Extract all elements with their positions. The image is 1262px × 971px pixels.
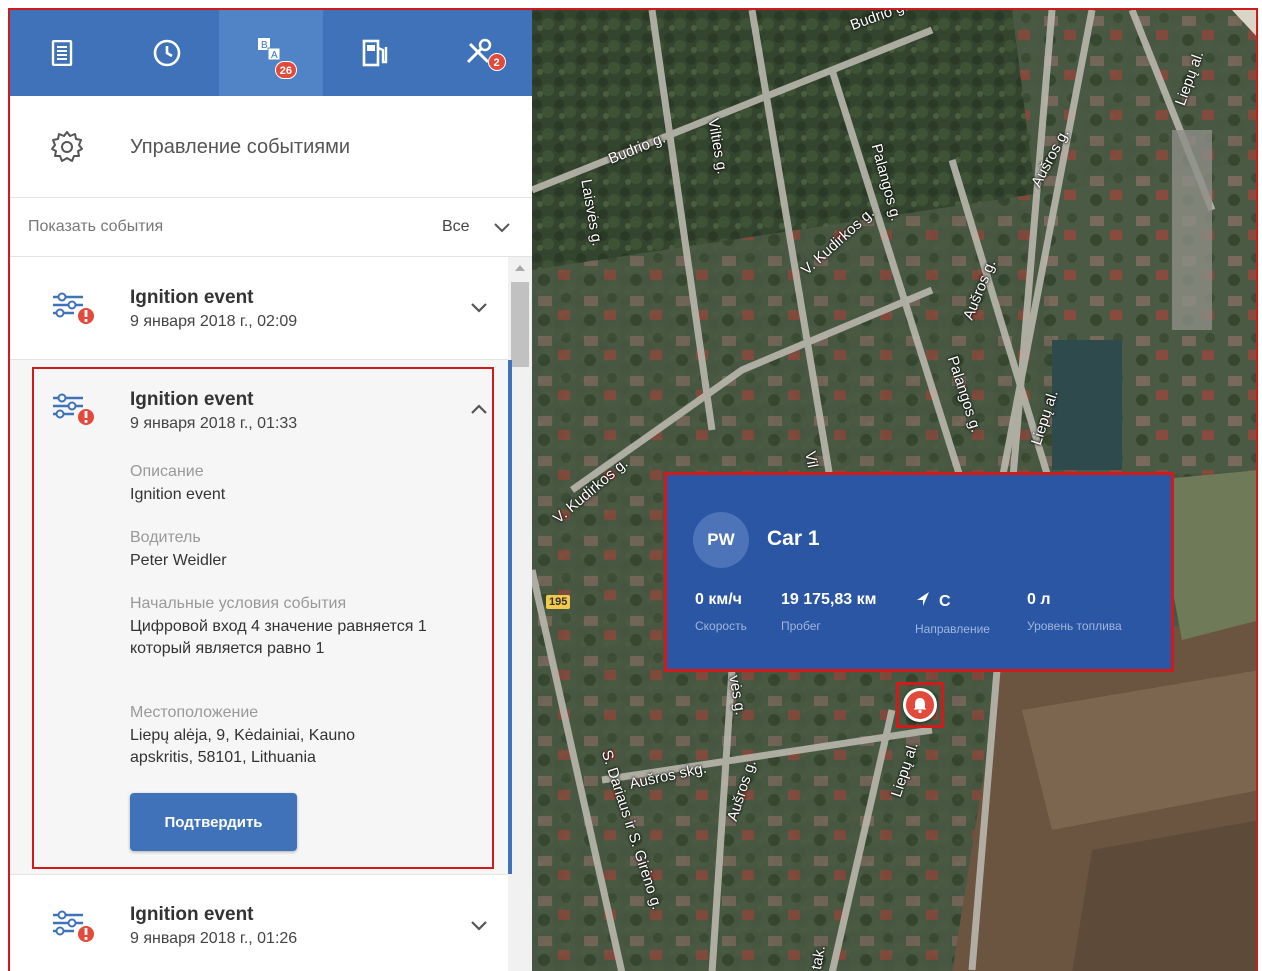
events-badge: 26	[274, 61, 298, 79]
event-item[interactable]: Ignition event 9 января 2018 г., 02:09	[10, 257, 508, 360]
speed-label: Скорость	[695, 619, 747, 633]
svg-text:A: A	[271, 50, 278, 61]
fuel-value: 0 л	[1027, 591, 1051, 608]
alarm-bell-icon	[903, 688, 937, 722]
mileage-label: Пробег	[781, 619, 821, 633]
direction-label: Направление	[915, 622, 990, 636]
ignition-event-icon	[50, 390, 100, 435]
filter-value[interactable]: Все	[442, 218, 470, 236]
scrollbar[interactable]	[508, 257, 532, 971]
ignition-event-icon	[50, 907, 100, 952]
event-title: Ignition event	[130, 287, 254, 308]
tab-bar: BA 26 2	[10, 10, 532, 96]
chevron-down-icon[interactable]	[470, 301, 488, 319]
selected-item-indicator	[508, 360, 512, 874]
event-management-row[interactable]: Управление событиями	[10, 96, 532, 198]
svg-text:B: B	[261, 40, 268, 51]
conditions-value: Цифровой вход 4 значение равняется 1 кот…	[130, 618, 427, 657]
event-item-expanded[interactable]: Ignition event 9 января 2018 г., 01:33 О…	[10, 360, 508, 874]
description-value: Ignition event	[130, 486, 226, 503]
direction-value: С	[939, 592, 951, 610]
fuel-pump-icon	[361, 38, 389, 68]
driver-label: Водитель	[130, 529, 201, 546]
direction-stat: С Направление	[915, 591, 990, 636]
scroll-up-arrow-icon[interactable]	[515, 265, 525, 271]
driver-value: Peter Weidler	[130, 552, 227, 569]
event-management-label: Управление событиями	[130, 136, 350, 158]
clock-icon	[152, 38, 182, 68]
chevron-down-icon[interactable]	[494, 220, 510, 238]
ignition-event-icon	[50, 289, 100, 334]
satellite-map[interactable]: Budrio g. Budrio g. Vilties g. Laisvės g…	[532, 10, 1256, 971]
document-icon	[51, 40, 73, 66]
tab-service[interactable]: 2	[428, 10, 532, 96]
fuel-stat: 0 л Уровень топлива	[1027, 591, 1122, 633]
road-number-badge: 195	[546, 595, 571, 609]
fuel-label: Уровень топлива	[1027, 619, 1122, 633]
show-events-filter[interactable]: Показать события Все	[10, 198, 532, 257]
filter-label: Показать события	[28, 218, 164, 235]
conditions-label: Начальные условия события	[130, 595, 347, 612]
street-label: Vil	[801, 450, 821, 470]
vehicle-avatar: PW	[693, 512, 749, 568]
tab-document[interactable]	[10, 10, 114, 96]
location-value: Liepų alėja, 9, Kėdainiai, Kauno apskrit…	[130, 727, 356, 766]
event-date: 9 января 2018 г., 01:26	[130, 930, 298, 947]
event-map-marker[interactable]	[896, 682, 944, 728]
location-label: Местоположение	[130, 704, 259, 721]
service-badge: 2	[487, 53, 506, 71]
chevron-up-icon[interactable]	[470, 402, 488, 420]
direction-arrow-icon	[915, 591, 931, 612]
event-date: 9 января 2018 г., 01:33	[130, 415, 298, 432]
confirm-button[interactable]: Подтвердить	[130, 793, 297, 851]
vehicle-name: Car 1	[767, 527, 820, 550]
tab-events[interactable]: BA 26	[218, 10, 324, 96]
scrollbar-thumb[interactable]	[511, 282, 529, 367]
chevron-down-icon[interactable]	[470, 919, 488, 937]
tab-fuel[interactable]	[323, 10, 427, 96]
speed-value: 0 км/ч	[695, 591, 742, 608]
mileage-value: 19 175,83 км	[781, 591, 877, 608]
speed-stat: 0 км/ч Скорость	[695, 591, 747, 633]
app-frame: BA 26 2 Управление событиями Показать со…	[8, 8, 1258, 971]
vehicle-info-card[interactable]: PW Car 1 0 км/ч Скорость 19 175,83 км Пр…	[664, 472, 1174, 672]
mileage-stat: 19 175,83 км Пробег	[781, 591, 876, 633]
event-title: Ignition event	[130, 389, 254, 410]
event-item[interactable]: Ignition event 9 января 2018 г., 01:26	[10, 874, 508, 971]
events-panel: BA 26 2 Управление событиями Показать со…	[10, 10, 532, 971]
tab-history[interactable]	[114, 10, 218, 96]
event-date: 9 января 2018 г., 02:09	[130, 313, 298, 330]
gear-icon	[50, 130, 84, 169]
events-list: Ignition event 9 января 2018 г., 02:09 I…	[10, 257, 508, 971]
event-title: Ignition event	[130, 904, 254, 925]
description-label: Описание	[130, 463, 204, 480]
